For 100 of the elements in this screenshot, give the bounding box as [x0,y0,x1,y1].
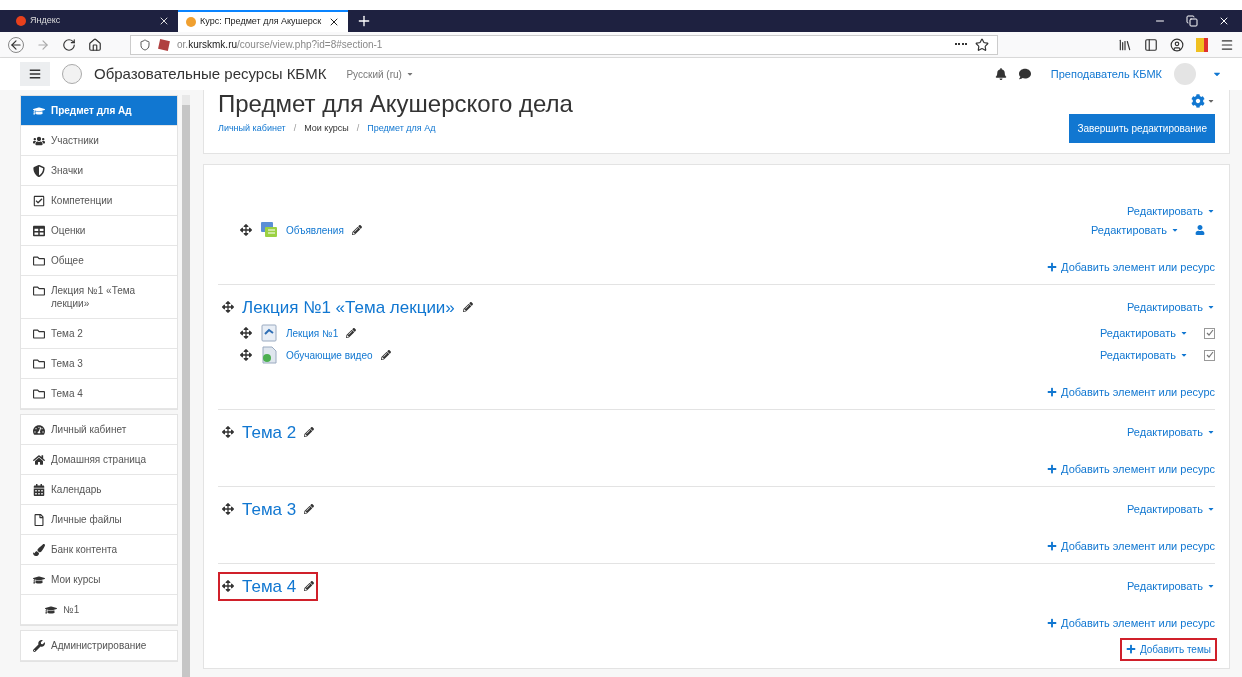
plus-icon [1047,262,1058,273]
sidebar-item[interactable]: №1 [21,595,178,625]
menu-button[interactable] [20,62,50,86]
activity-link[interactable]: Объявления [286,222,344,238]
sidebar-item[interactable]: Значки [21,156,178,186]
completion-checkbox[interactable] [1204,327,1215,339]
sidebar-item[interactable]: Тема 4 [21,379,178,409]
edit-menu-link[interactable]: Редактировать [1127,501,1215,518]
more-icon[interactable] [955,42,967,47]
table-icon [33,225,45,237]
sidebar-icon[interactable] [1144,37,1158,52]
pencil-icon[interactable] [304,504,315,515]
add-activity-link[interactable]: Добавить элемент или ресурс [1047,615,1215,632]
menu-icon[interactable] [1220,37,1234,52]
chat-icon[interactable] [1018,68,1031,80]
user-name[interactable]: Преподаватель КБМК [1050,65,1162,83]
shield-icon [33,165,45,177]
settings-icon [1191,94,1205,108]
sidebar-item[interactable]: Общее [21,246,178,276]
breadcrumb-link[interactable]: Личный кабинет [218,122,286,136]
language-menu[interactable]: Русский (ru) [346,66,414,82]
pencil-icon[interactable] [462,302,473,313]
pencil-icon[interactable] [304,581,315,592]
add-activity-link[interactable]: Добавить элемент или ресурс [1047,259,1215,276]
edit-menu-link[interactable]: Редактировать [1100,346,1188,364]
breadcrumb-link[interactable]: Мои курсы [304,122,349,136]
pencil-icon[interactable] [304,427,315,438]
sidebar-item[interactable]: Предмет для Ад [21,96,178,126]
pencil-icon[interactable] [351,225,362,235]
section-title[interactable]: Тема 2 [218,417,319,447]
sidebar-item[interactable]: Личные файлы [21,505,178,535]
brush-icon [33,544,45,556]
add-topics-link[interactable]: Добавить темы [1121,639,1215,659]
sidebar-item[interactable]: Домашняя страница [21,445,178,475]
breadcrumb-link[interactable]: Предмет для Ад [367,122,436,136]
caret-icon [405,70,414,78]
folder-icon [33,255,45,267]
edit-menu-link[interactable]: Редактировать [1100,324,1188,342]
account-icon[interactable] [1170,37,1184,52]
pencil-icon[interactable] [346,328,357,338]
edit-menu-link[interactable]: Редактировать [1127,424,1215,441]
course-title: Предмет для Акушерского дела [218,90,574,118]
restore-icon[interactable] [1186,15,1198,27]
edit-menu-link[interactable]: Редактировать [1127,299,1215,316]
sidebar-item[interactable]: Оценки [21,216,178,246]
edit-menu-link[interactable]: Редактировать [1091,221,1179,239]
settings-menu-button[interactable] [1191,94,1215,108]
sidebar-item[interactable]: Личный кабинет [21,415,178,445]
edit-menu-link[interactable]: Редактировать [1127,578,1215,595]
scrollbar[interactable] [182,95,190,677]
completion-checkbox[interactable] [1204,349,1215,361]
sidebar-item[interactable]: Банк контента [21,535,178,565]
move-icon[interactable] [240,349,252,361]
section-title[interactable]: Лекция №1 «Тема лекции» [218,292,477,322]
add-activity-link[interactable]: Добавить элемент или ресурс [1047,538,1215,555]
close-icon[interactable] [1218,15,1230,27]
extension-icon[interactable] [1196,37,1208,52]
site-name[interactable]: Образовательные ресурсы КБМК [94,62,327,86]
sidebar-item[interactable]: Тема 3 [21,349,178,379]
home-icon[interactable] [88,37,102,52]
checkbox-icon [33,195,45,207]
move-icon[interactable] [240,327,252,339]
bookmark-star-icon[interactable] [975,37,989,52]
activity-link[interactable]: Лекция №1 [286,325,339,341]
reload-icon[interactable] [62,37,76,52]
sidebar-item[interactable]: Администрирование [21,631,178,661]
caret-icon [1180,351,1188,359]
add-activity-link[interactable]: Добавить элемент или ресурс [1047,384,1215,401]
new-tab-icon[interactable] [356,13,372,29]
tab-favicon-icon [16,16,26,26]
sidebar-item[interactable]: Лекция №1 «Тема лекции» [21,276,178,319]
move-icon[interactable] [240,224,252,236]
sidebar-item[interactable]: Тема 2 [21,319,178,349]
close-icon[interactable] [328,16,340,28]
move-icon[interactable] [222,580,234,593]
folder-icon [33,388,45,400]
sidebar-item[interactable]: Участники [21,126,178,156]
sidebar-item[interactable]: Компетенции [21,186,178,216]
pencil-icon[interactable] [380,350,391,360]
edit-menu-link[interactable]: Редактировать [1127,202,1215,219]
sidebar-item[interactable]: Мои курсы [21,565,178,595]
address-field[interactable]: or.kurskmk.ru/course/view.php?id=8#section-1 [130,34,998,55]
move-icon[interactable] [222,426,234,439]
close-icon[interactable] [158,15,170,27]
url-text: or.kurskmk.ru/course/view.php?id=8#section-1 [177,38,383,52]
bell-icon[interactable] [994,68,1007,80]
browser-tab[interactable]: Яндекс [8,10,178,32]
section-title[interactable]: Тема 3 [218,494,319,524]
browser-tab[interactable]: Курс: Предмет для Акушерск [178,10,348,32]
add-activity-link[interactable]: Добавить элемент или ресурс [1047,461,1215,478]
section-title[interactable]: Тема 4 [218,571,319,601]
plus-icon [1047,618,1058,629]
activity-link[interactable]: Обучающие видео [286,347,373,363]
person-icon[interactable] [1195,225,1205,235]
graduation-cap-icon [33,574,45,586]
move-icon[interactable] [222,301,234,314]
library-icon[interactable] [1118,37,1132,52]
sidebar-item[interactable]: Календарь [21,475,178,505]
finish-editing-button[interactable]: Завершить редактирование [1069,114,1215,143]
move-icon[interactable] [222,503,234,516]
